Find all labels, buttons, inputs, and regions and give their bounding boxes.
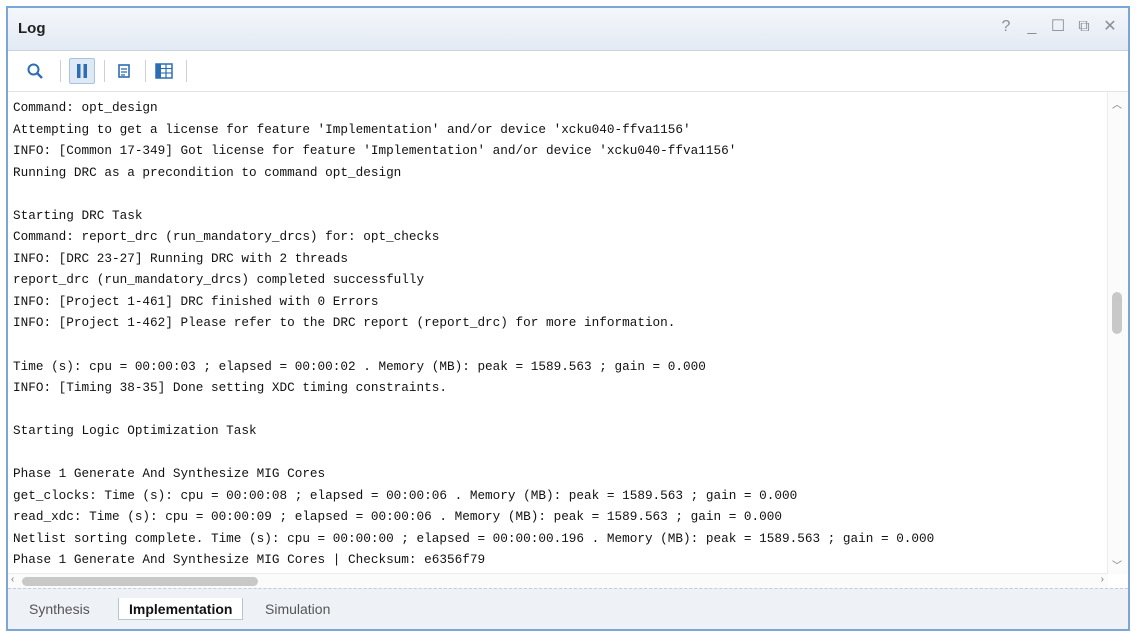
log-output[interactable]: Command: opt_design Attempting to get a l… — [8, 92, 1108, 574]
window-title: Log — [18, 20, 46, 37]
scroll-down-icon[interactable]: ﹀ — [1112, 557, 1122, 572]
tab-bar: Synthesis Implementation Simulation — [8, 588, 1128, 629]
log-line: report_drc (run_mandatory_drcs) complete… — [13, 272, 425, 288]
log-line: INFO: [Common 17-349] Got license for fe… — [13, 143, 737, 159]
toolbar-separator — [186, 60, 187, 82]
log-line: Attempting to get a license for feature … — [13, 121, 691, 137]
toolbar — [8, 51, 1128, 92]
vertical-scroll-thumb[interactable] — [1112, 292, 1122, 334]
log-line: Running DRC as a precondition to command… — [13, 164, 402, 180]
log-line: Phase 1 Generate And Synthesize MIG Core… — [13, 466, 326, 482]
pause-icon[interactable] — [69, 58, 95, 84]
copy-icon[interactable] — [111, 58, 137, 84]
tab-simulation[interactable]: Simulation — [255, 598, 340, 620]
close-icon[interactable]: ✕ — [1102, 18, 1118, 36]
help-icon[interactable]: ? — [998, 18, 1014, 36]
window-controls: ? _ ☐ ⧉ ✕ — [998, 18, 1118, 36]
log-line: read_xdc: Time (s): cpu = 00:00:09 ; ela… — [13, 509, 782, 525]
tab-implementation[interactable]: Implementation — [118, 598, 244, 620]
log-line: Time (s): cpu = 00:00:03 ; elapsed = 00:… — [13, 358, 706, 374]
toolbar-separator — [60, 60, 61, 82]
log-window: Log ? _ ☐ ⧉ ✕ Command: opt_design Attempt… — [6, 6, 1130, 631]
toolbar-separator — [145, 60, 146, 82]
log-line: Starting DRC Task — [13, 207, 143, 223]
table-icon[interactable] — [151, 58, 177, 84]
tab-synthesis[interactable]: Synthesis — [19, 598, 100, 620]
log-line: INFO: [Project 1-462] Please refer to th… — [13, 315, 676, 331]
log-line: INFO: [DRC 23-27] Running DRC with 2 thr… — [13, 250, 349, 266]
log-line: INFO: [Project 1-461] DRC finished with … — [13, 293, 379, 309]
horizontal-scroll-thumb[interactable] — [22, 577, 258, 586]
log-lines: Command: opt_design Attempting to get a l… — [8, 92, 1108, 571]
log-line: Command: report_drc (run_mandatory_drcs)… — [13, 229, 440, 245]
vertical-scrollbar[interactable]: ︿ ﹀ — [1107, 92, 1128, 574]
maximize-icon[interactable]: ☐ — [1050, 18, 1066, 36]
scroll-right-icon[interactable]: › — [1101, 574, 1104, 585]
log-line: Command: opt_design — [13, 100, 158, 115]
scroll-left-icon[interactable]: ‹ — [11, 574, 14, 585]
toolbar-separator — [104, 60, 105, 82]
minimize-icon[interactable]: _ — [1024, 18, 1040, 36]
horizontal-scrollbar[interactable]: ‹ › — [8, 573, 1108, 589]
log-line: Starting Logic Optimization Task — [13, 423, 257, 439]
log-line: INFO: [Timing 38-35] Done setting XDC ti… — [13, 380, 447, 396]
search-icon[interactable] — [22, 58, 48, 84]
log-line: Netlist sorting complete. Time (s): cpu … — [13, 530, 935, 546]
title-bar: Log ? _ ☐ ⧉ ✕ — [8, 8, 1128, 51]
restore-icon[interactable]: ⧉ — [1076, 18, 1092, 36]
log-line: Phase 1 Generate And Synthesize MIG Core… — [13, 552, 486, 568]
scroll-up-icon[interactable]: ︿ — [1112, 96, 1122, 111]
log-line: get_clocks: Time (s): cpu = 00:00:08 ; e… — [13, 487, 798, 503]
